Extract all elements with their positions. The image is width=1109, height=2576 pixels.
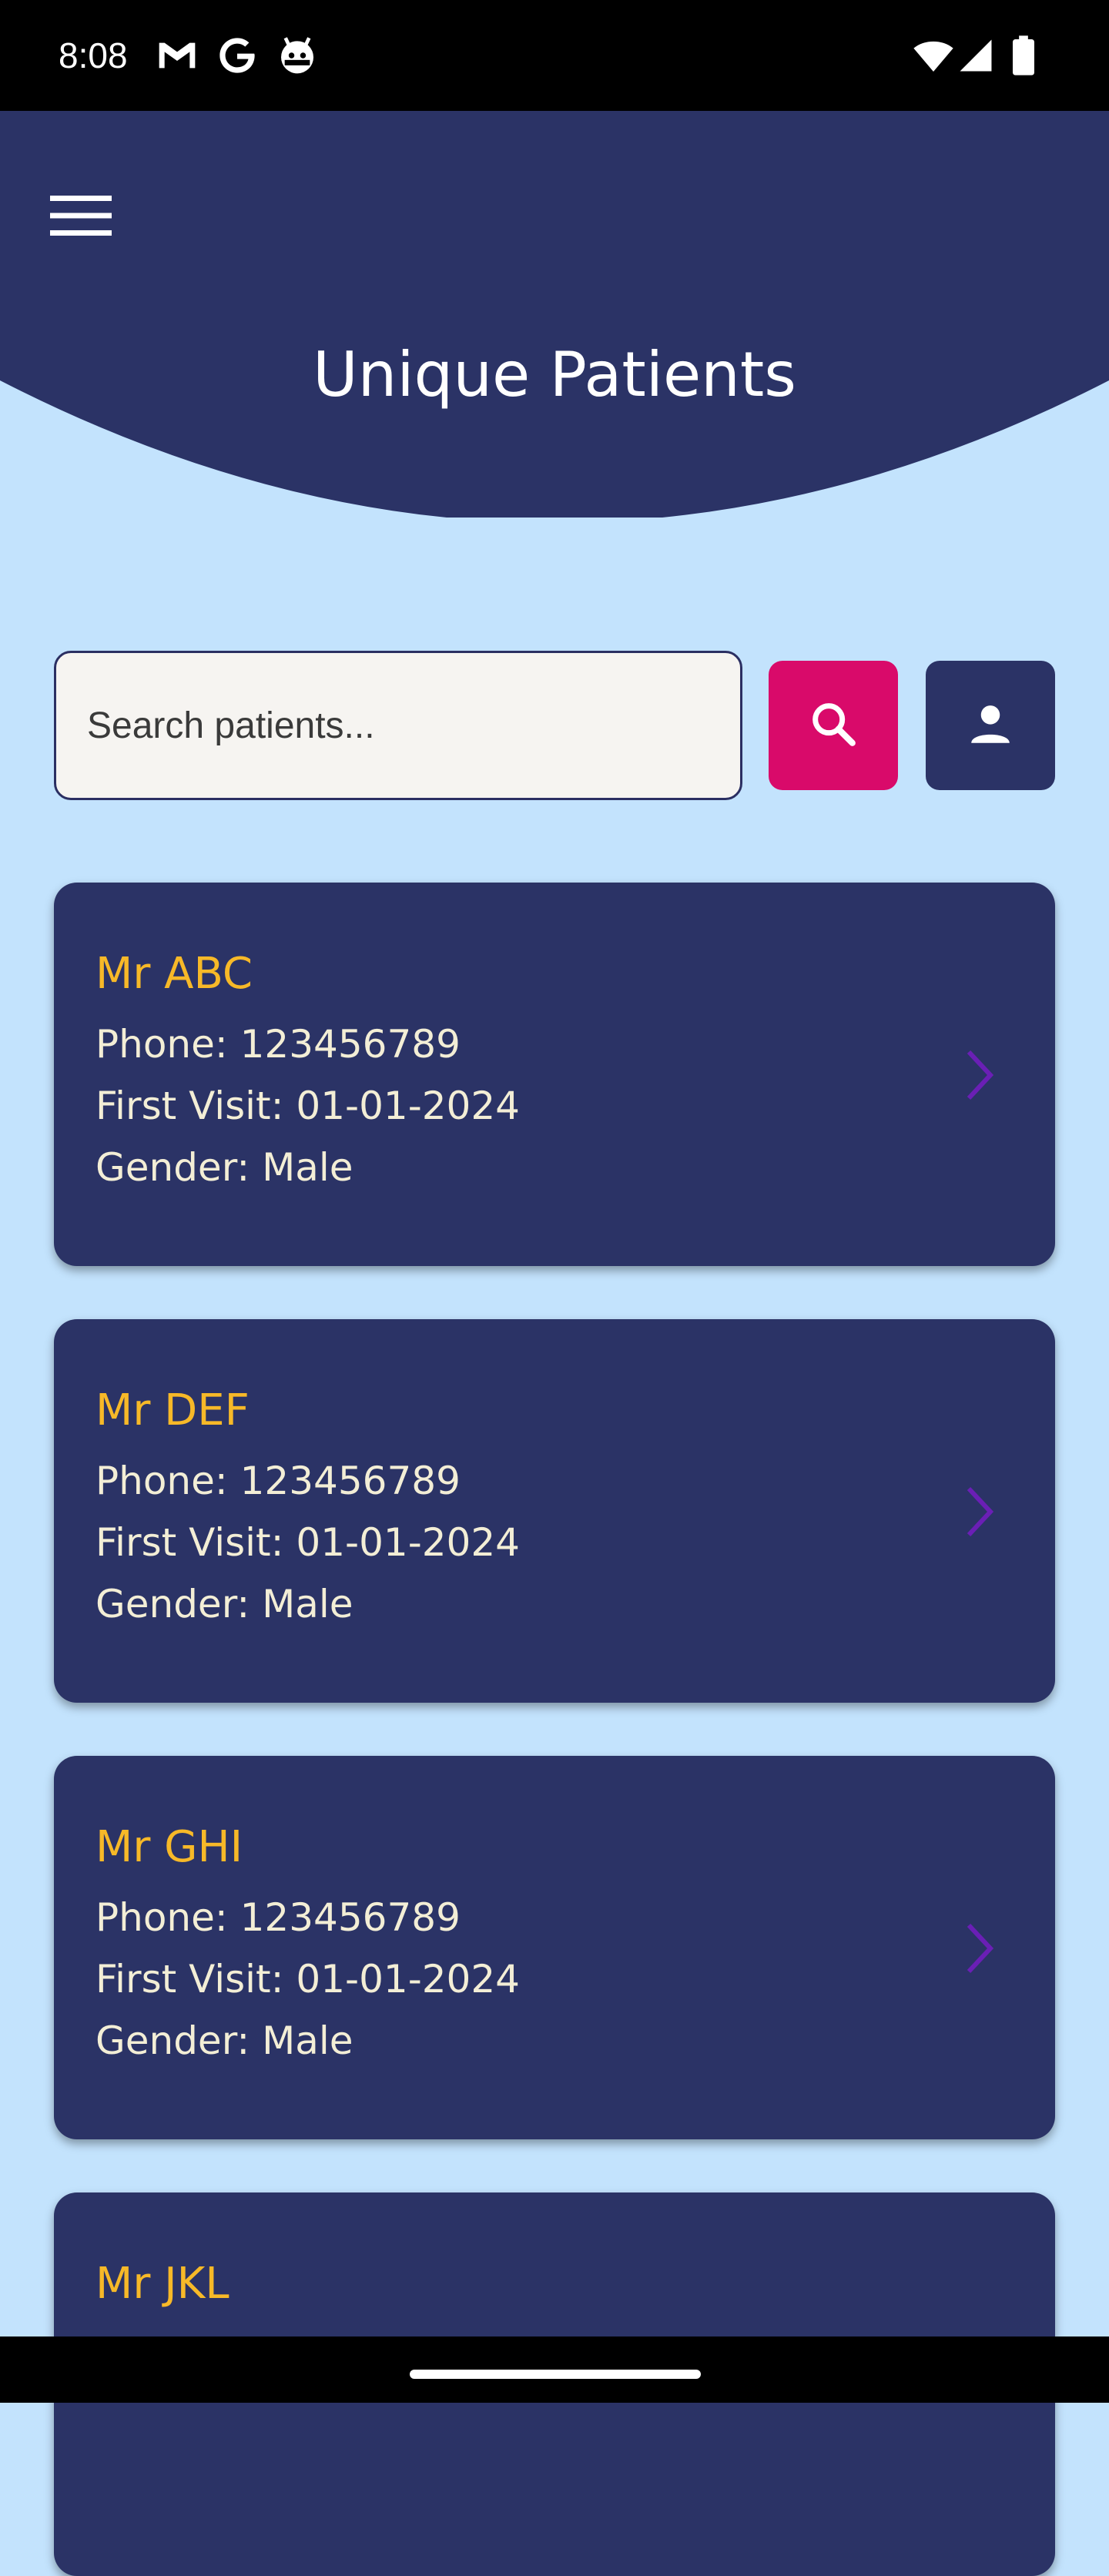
status-bar: 8:08 [0,0,1109,111]
search-icon [806,697,860,754]
hamburger-menu-icon [50,194,112,240]
cell-signal-icon [957,34,995,80]
patient-name: Mr DEF [95,1385,250,1435]
patient-card[interactable]: Mr ABC Phone: 123456789 First Visit: 01-… [54,883,1055,1266]
profile-button[interactable] [926,661,1055,790]
android-robot-icon [276,34,319,80]
search-button[interactable] [769,661,898,790]
patient-phone: Phone: 123456789 [95,1459,461,1503]
status-time: 8:08 [59,35,128,75]
header [0,111,1109,518]
patient-first-visit: First Visit: 01-01-2024 [95,1520,520,1565]
patient-name: Mr GHI [95,1822,243,1872]
patient-gender: Gender: Male [95,1582,353,1626]
wifi-icon [912,34,955,80]
patient-first-visit: First Visit: 01-01-2024 [95,1084,520,1128]
patient-name: Mr ABC [95,949,253,999]
chevron-right-icon [955,1044,1004,1106]
person-icon [963,697,1017,754]
patient-gender: Gender: Male [95,1145,353,1190]
patient-card[interactable]: Mr DEF Phone: 123456789 First Visit: 01-… [54,1319,1055,1703]
patient-first-visit: First Visit: 01-01-2024 [95,1957,520,2002]
menu-button[interactable] [37,179,125,256]
gmail-icon [156,34,199,80]
search-input[interactable] [54,651,742,800]
patient-name: Mr JKL [95,2259,230,2309]
patient-phone: Phone: 123456789 [95,1895,461,1940]
google-icon [216,34,259,80]
gesture-handle[interactable] [410,2370,701,2379]
patient-gender: Gender: Male [95,2018,353,2063]
chevron-right-icon [955,1481,1004,1543]
battery-icon [1010,34,1037,80]
patient-card[interactable]: Mr GHI Phone: 123456789 First Visit: 01-… [54,1756,1055,2139]
chevron-right-icon [955,1918,1004,1979]
page-title: Unique Patients [313,339,796,410]
patient-phone: Phone: 123456789 [95,1022,461,1067]
